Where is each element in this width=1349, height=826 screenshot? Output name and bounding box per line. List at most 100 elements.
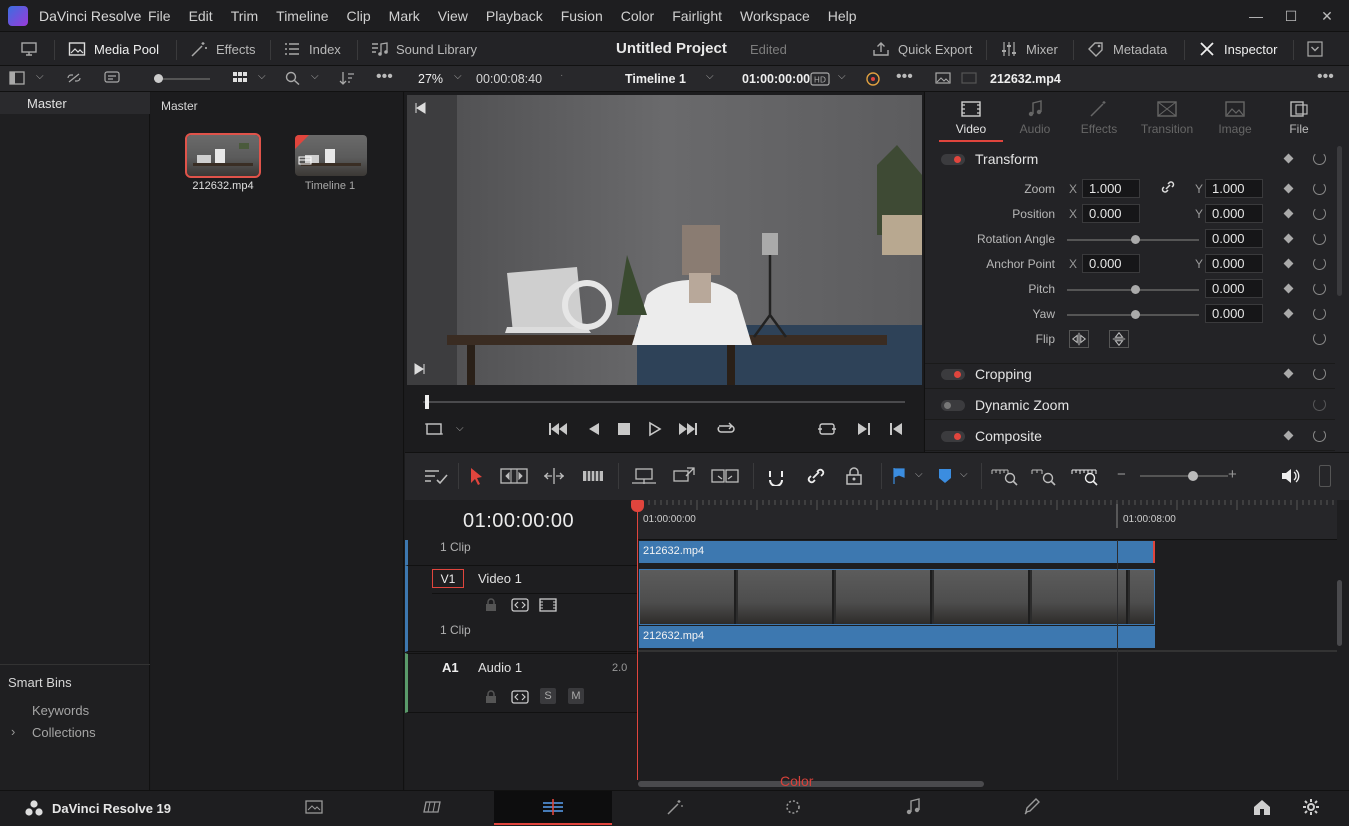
timeline-thumbnail[interactable] [295, 135, 367, 176]
reset-icon[interactable] [1313, 367, 1326, 380]
position-lock-icon[interactable] [843, 466, 865, 486]
inspector-scrollbar[interactable] [1337, 146, 1342, 296]
sound-library-button[interactable]: Sound Library [370, 41, 477, 57]
timeline-label[interactable]: Timeline 1 [285, 180, 375, 192]
deliver-page-icon[interactable] [1022, 798, 1042, 816]
timeline-view-options-icon[interactable] [423, 466, 449, 486]
tab-image[interactable]: Image [1203, 100, 1267, 136]
anchor-y-field[interactable]: 0.000 [1205, 254, 1263, 273]
lock-icon[interactable] [484, 598, 498, 612]
anchor-x-field[interactable]: 0.000 [1082, 254, 1140, 273]
link-icon[interactable] [1161, 180, 1175, 194]
menu-color[interactable]: Color [621, 8, 654, 24]
solo-button[interactable]: S [540, 688, 556, 704]
scrubber-handle[interactable] [425, 395, 429, 409]
menu-edit[interactable]: Edit [189, 8, 213, 24]
search-icon[interactable] [285, 71, 301, 86]
reset-icon[interactable] [1313, 398, 1326, 411]
composite-title[interactable]: Composite [975, 428, 1042, 444]
chevron-down-icon[interactable]: ⌵ [311, 71, 319, 82]
timeline-clip-v1[interactable]: 212632.mp4 [639, 626, 1155, 648]
media-clip-label[interactable]: 212632.mp4 [178, 180, 268, 192]
chevron-down-icon[interactable]: ⌵ [456, 423, 464, 434]
zoom-detail-icon[interactable] [1031, 466, 1061, 486]
edit-page-tab[interactable] [494, 791, 612, 825]
menu-fairlight[interactable]: Fairlight [672, 8, 722, 24]
reset-icon[interactable] [1313, 307, 1326, 320]
maximize-icon[interactable]: ☐ [1283, 8, 1299, 24]
reset-icon[interactable] [1313, 182, 1326, 195]
workspace-switch-button[interactable] [20, 41, 38, 57]
go-to-end-icon[interactable] [676, 421, 698, 437]
inspector-button[interactable]: Inspector [1198, 41, 1277, 57]
hd-badge-icon[interactable]: HD [810, 72, 830, 86]
reset-icon[interactable] [1313, 332, 1326, 345]
dynamic-zoom-toggle[interactable] [941, 400, 965, 411]
next-frame-icon[interactable] [414, 363, 426, 375]
media-page-icon[interactable] [304, 798, 324, 816]
color-page-icon[interactable] [783, 798, 803, 816]
fusion-page-icon[interactable] [665, 798, 685, 816]
overwrite-clip-icon[interactable] [671, 466, 697, 486]
chevron-down-icon[interactable]: ⌵ [915, 469, 923, 480]
insert-clip-icon[interactable] [631, 466, 657, 486]
timeline-clip-upper[interactable]: 212632.mp4 [639, 541, 1155, 563]
auto-select-icon[interactable] [511, 598, 529, 612]
video-frame[interactable] [407, 95, 922, 385]
keyframe-icon[interactable] [1283, 233, 1294, 244]
bin-master[interactable]: Master [0, 92, 150, 114]
auto-select-icon[interactable] [511, 690, 529, 704]
flip-horizontal-icon[interactable] [1069, 330, 1089, 348]
yaw-slider[interactable] [1067, 310, 1199, 319]
keyframe-icon[interactable] [1283, 368, 1294, 379]
stop-icon[interactable] [615, 421, 633, 437]
tab-transition[interactable]: Transition [1135, 100, 1199, 136]
transform-title[interactable]: Transform [975, 151, 1038, 167]
media-clip-thumbnail[interactable] [185, 133, 261, 178]
zoom-x-field[interactable]: 1.000 [1082, 179, 1140, 198]
mark-out-icon[interactable] [888, 421, 906, 437]
fairlight-page-icon[interactable] [903, 798, 923, 816]
play-icon[interactable] [646, 421, 664, 437]
track-badge-v1[interactable]: V1 [432, 569, 464, 588]
track-header-v1[interactable]: V1 Video 1 1 Clip [405, 566, 637, 652]
tab-audio[interactable]: Audio [1003, 100, 1067, 136]
tab-effects[interactable]: Effects [1067, 100, 1131, 136]
more-options-icon[interactable]: ••• [896, 68, 913, 86]
menu-workspace[interactable]: Workspace [740, 8, 810, 24]
reset-icon[interactable] [1313, 429, 1326, 442]
lock-icon[interactable] [484, 690, 498, 704]
track-name-a1[interactable]: Audio 1 [478, 660, 522, 675]
track-header-v2[interactable]: 1 Clip [405, 540, 637, 566]
sidebar-toggle-icon[interactable] [9, 71, 25, 85]
smart-bin-collections[interactable]: Collections [32, 725, 96, 740]
transform-toggle[interactable] [941, 154, 965, 165]
more-options-icon[interactable]: ••• [376, 68, 393, 86]
menu-trim[interactable]: Trim [231, 8, 258, 24]
viewer-zoom-level[interactable]: 27% [418, 72, 443, 86]
yaw-field[interactable]: 0.000 [1205, 304, 1263, 323]
home-icon[interactable] [1252, 798, 1272, 816]
safe-area-icon[interactable] [425, 421, 443, 437]
volume-icon[interactable] [1279, 466, 1301, 486]
link-icon[interactable] [66, 71, 82, 85]
keyframe-icon[interactable] [1283, 430, 1294, 441]
track-badge-a1[interactable]: A1 [442, 660, 459, 675]
blade-tool-icon[interactable] [581, 466, 605, 486]
chevron-down-icon[interactable]: ⌵ [258, 71, 266, 82]
snapping-icon[interactable] [765, 466, 787, 487]
marker-icon[interactable] [937, 466, 953, 486]
pitch-slider[interactable] [1067, 285, 1199, 294]
track-enable-icon[interactable] [539, 598, 557, 612]
keyframe-icon[interactable] [1283, 153, 1294, 164]
smart-bins-header[interactable]: Smart Bins [0, 664, 150, 690]
cropping-toggle[interactable] [941, 369, 965, 380]
smart-bin-keywords[interactable]: Keywords [32, 703, 89, 718]
chevron-down-icon[interactable]: ⌵ [454, 71, 462, 82]
mixer-button[interactable]: Mixer [1000, 41, 1058, 57]
minimize-icon[interactable]: — [1248, 8, 1264, 24]
close-icon[interactable]: ✕ [1319, 8, 1335, 24]
chevron-down-icon[interactable]: ⌵ [838, 71, 846, 82]
position-x-field[interactable]: 0.000 [1082, 204, 1140, 223]
viewer-scrubber[interactable] [423, 395, 905, 409]
